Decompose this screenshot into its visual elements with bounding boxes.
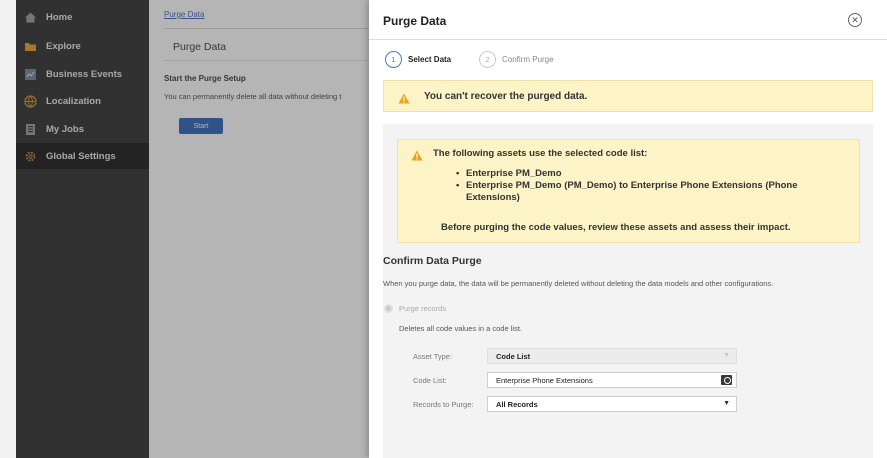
assets-warning-heading: The following assets use the selected co… (433, 148, 648, 159)
asset-type-value: Code List (496, 351, 531, 361)
code-list-field[interactable]: Enterprise Phone Extensions (487, 372, 737, 388)
warning-icon (411, 148, 423, 161)
step-label: Confirm Purge (502, 55, 554, 64)
asset-type-label: Asset Type: (413, 352, 453, 361)
records-to-purge-label: Records to Purge: (413, 400, 474, 409)
radio-label: Purge records (399, 304, 447, 313)
radio-description: Deletes all code values in a code list. (399, 324, 522, 333)
step-number: 2 (479, 51, 496, 68)
warning-text: You can't recover the purged data. (424, 90, 588, 102)
asset-type-select: Code List ▼ (487, 348, 737, 364)
records-to-purge-select[interactable]: All Records ▼ (487, 396, 737, 412)
chevron-down-icon: ▼ (723, 400, 730, 407)
section-title: Confirm Data Purge (383, 255, 482, 267)
warning-banner: You can't recover the purged data. (383, 80, 873, 112)
app-window: Home Explore Business Events Localizatio… (0, 0, 887, 458)
code-list-value: Enterprise Phone Extensions (496, 375, 593, 385)
assets-warning: The following assets use the selected co… (397, 139, 860, 243)
step-select-data[interactable]: 1 Select Data (385, 51, 451, 68)
purge-data-dialog: Purge Data ✕ 1 Select Data 2 Confirm Pur… (369, 0, 887, 458)
list-item: Enterprise PM_Demo (456, 168, 816, 180)
dialog-content: The following assets use the selected co… (383, 124, 873, 458)
warning-icon (398, 91, 410, 103)
records-to-purge-value: All Records (496, 399, 538, 409)
code-list-label: Code List: (413, 376, 447, 385)
step-label: Select Data (408, 55, 452, 64)
section-description: When you purge data, the data will be pe… (383, 279, 774, 288)
list-item: Enterprise PM_Demo (PM_Demo) to Enterpri… (456, 180, 816, 204)
asset-list: Enterprise PM_Demo Enterprise PM_Demo (P… (456, 168, 816, 204)
close-icon[interactable]: ✕ (848, 13, 862, 27)
chevron-down-icon: ▼ (723, 352, 730, 359)
divider (369, 39, 887, 40)
step-number: 1 (385, 51, 402, 68)
modal-overlay (16, 0, 369, 458)
assets-warning-footer: Before purging the code values, review t… (441, 222, 791, 233)
dialog-title: Purge Data (383, 14, 447, 28)
lookup-icon[interactable] (721, 375, 732, 385)
step-confirm-purge[interactable]: 2 Confirm Purge (479, 51, 554, 68)
purge-records-radio[interactable] (384, 304, 393, 313)
